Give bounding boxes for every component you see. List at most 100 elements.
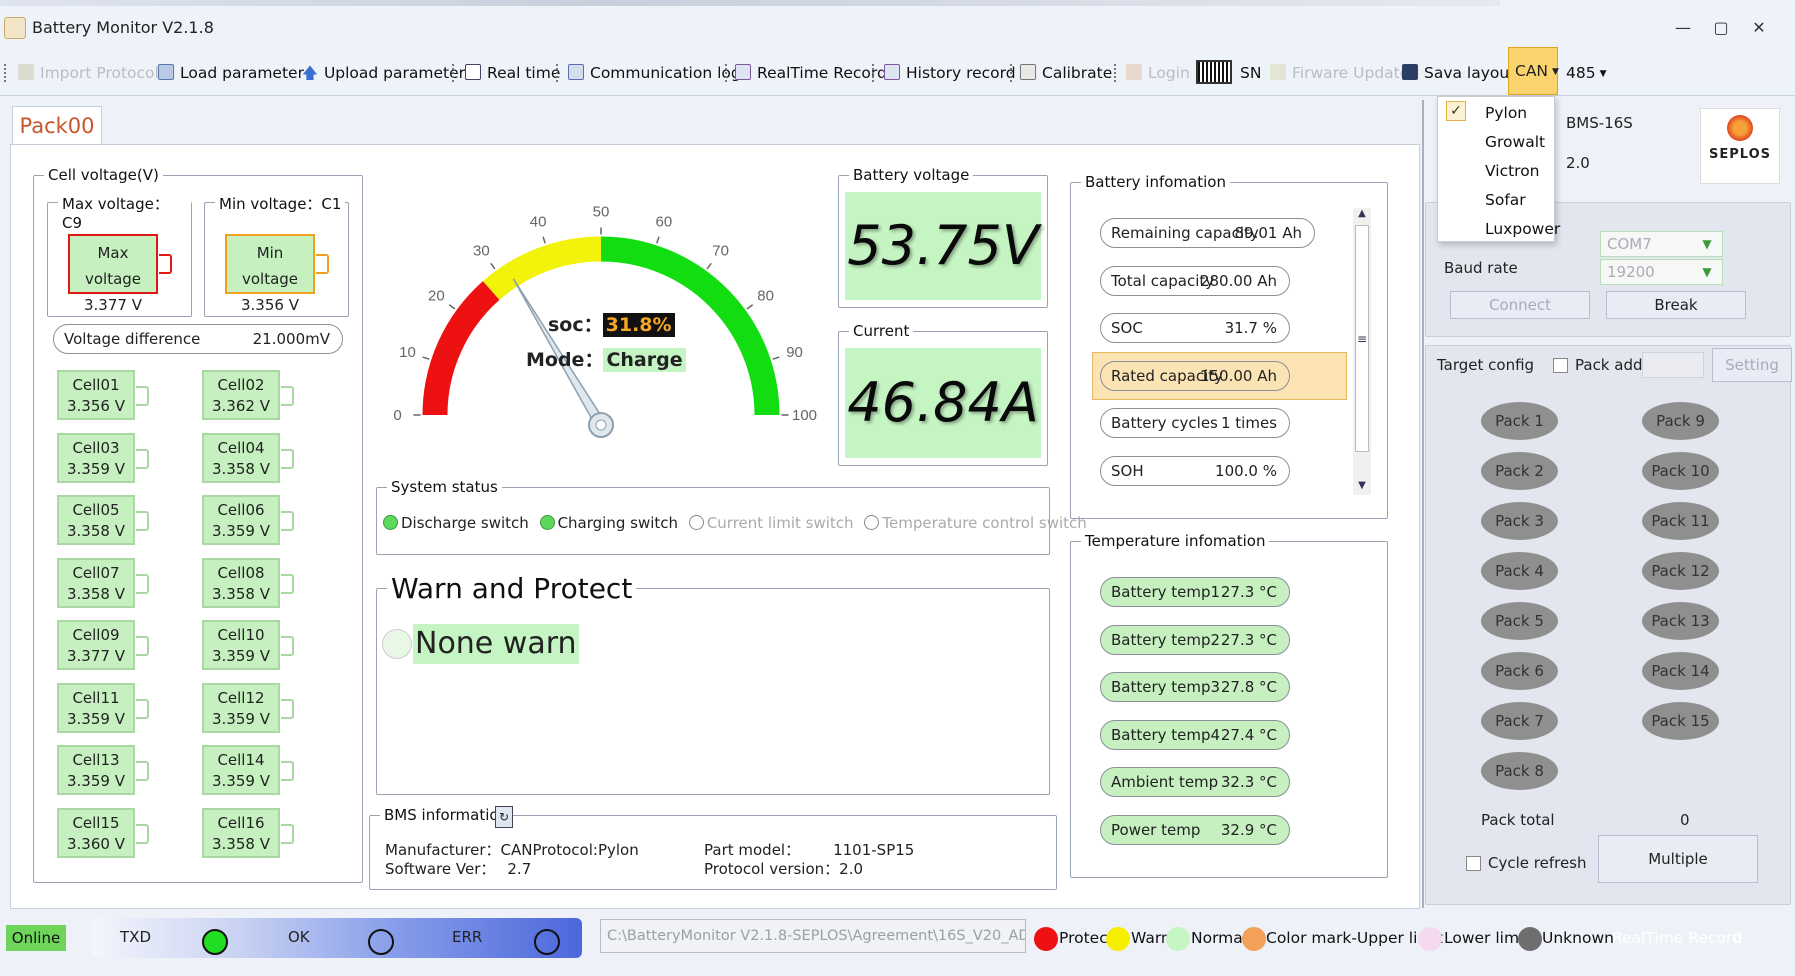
refresh-icon[interactable]: ↻ (495, 806, 513, 828)
can-protocol-dropdown[interactable]: CAN ▼ (1508, 47, 1559, 95)
window-title: Battery Monitor V2.1.8 (32, 18, 214, 37)
pack-button[interactable]: Pack 4 (1481, 552, 1558, 590)
system-status-group: System status Discharge switch Charging … (376, 478, 1087, 555)
minimize-icon[interactable]: — (1669, 14, 1697, 42)
history-record-button[interactable]: History record (884, 58, 1016, 88)
setting-button[interactable]: Setting (1712, 348, 1792, 382)
pack-button[interactable]: Pack 1 (1481, 402, 1558, 440)
break-button[interactable]: Break (1606, 291, 1746, 319)
protocol-menu-item[interactable]: Luxpower (1485, 220, 1560, 238)
battery-nub (281, 698, 294, 719)
pack-addr-checkbox[interactable]: Pack addr (1553, 356, 1649, 374)
battery-info-group: Battery infomation Remaining capacity 89.… (1070, 173, 1388, 519)
mode-label: Mode： (526, 349, 604, 371)
pack-button[interactable]: Pack 3 (1481, 502, 1558, 540)
pack-button[interactable]: Pack 15 (1642, 702, 1719, 740)
gauge-tick (706, 262, 712, 270)
temp-value: 32.3 °C (1220, 773, 1277, 791)
upper-legend-dot (1242, 927, 1266, 951)
cycle-refresh-checkbox[interactable]: Cycle refresh (1466, 854, 1587, 872)
voltage-difference-value: 21.000mV (252, 330, 330, 348)
pack-total-value: 0 (1680, 811, 1690, 829)
calibrate-button[interactable]: Calibrate (1020, 58, 1112, 88)
scroll-down-icon[interactable]: ▼ (1353, 480, 1371, 491)
info-label: SOH (1111, 461, 1144, 480)
cell-value: 3.359 V (67, 459, 125, 478)
protocol-version-label: Protocol version： (704, 860, 840, 878)
cycle-refresh-label: Cycle refresh (1488, 854, 1587, 872)
pack-button[interactable]: Pack 6 (1481, 652, 1558, 690)
close-icon[interactable]: ✕ (1745, 14, 1773, 42)
pack-button[interactable]: Pack 5 (1481, 602, 1558, 640)
pack-button[interactable]: Pack 8 (1481, 752, 1558, 790)
protocol-menu-item[interactable]: Victron (1485, 162, 1540, 180)
max-voltage-tile: Max voltage 3.377 V (68, 234, 172, 314)
load-parameter-button[interactable]: Load parameter (158, 58, 304, 88)
protocol-menu-item[interactable]: Pylon (1485, 104, 1527, 122)
real-time-button[interactable]: Real time (465, 58, 560, 88)
charging-switch-indicator (539, 515, 555, 530)
warn-protect-group: Warn and Protect None warn (376, 572, 1050, 795)
cell-value: 3.358 V (67, 522, 125, 540)
normal-legend-label: Normal (1191, 929, 1248, 947)
scroll-up-icon[interactable]: ▲ (1353, 208, 1371, 219)
pack-button[interactable]: Pack 11 (1642, 502, 1719, 540)
gauge-tick (772, 356, 780, 360)
temperature-item: Battery temp1 27.3 °C (1100, 577, 1290, 607)
realtime-record-button[interactable]: RealTime Record (735, 58, 887, 88)
cell-tile: Cell03 3.359 V (57, 432, 149, 483)
protocol-version-value: 2.0 (839, 860, 864, 878)
toolbar-separator (556, 64, 558, 82)
baud-rate-select[interactable]: 19200 ▼ (1600, 259, 1723, 285)
cell-name: Cell15 (72, 813, 120, 832)
port-485-dropdown[interactable]: 485 ▼ (1566, 58, 1607, 88)
scrollbar[interactable]: ▲ ▼ ≡ (1353, 208, 1371, 495)
battery-info-title: Battery infomation (1081, 173, 1230, 191)
cell-tile: Cell04 3.358 V (202, 432, 294, 483)
upload-arrow-icon: 🡅 (302, 64, 318, 82)
part-model-value: 1101-SP15 (833, 841, 915, 859)
gauge-yellow-zone (482, 236, 602, 301)
cell-name: Cell13 (72, 751, 120, 769)
pack-button[interactable]: Pack 14 (1642, 652, 1719, 690)
cell-tile: Cell14 3.359 V (202, 745, 294, 795)
firmware-update-button[interactable]: Firware Update (1270, 58, 1409, 88)
gauge-tick (490, 262, 496, 270)
chevron-down-icon: ▼ (1702, 237, 1712, 251)
protocol-menu-item[interactable]: Growalt (1485, 133, 1545, 151)
temperature-item: Battery temp2 27.3 °C (1100, 624, 1290, 655)
cell-name: Cell07 (72, 563, 120, 582)
import-protocol-button[interactable]: Import Protocol (18, 58, 159, 88)
communication-log-button[interactable]: Communication log (568, 58, 741, 88)
temp-label: Battery temp4 (1111, 725, 1221, 744)
temp-label: Battery temp3 (1111, 678, 1221, 696)
temp-control-label: Temperature control switch (882, 514, 1087, 532)
soc-readout: soc： 31.8% (548, 310, 675, 337)
gauge-tick-label: 20 (428, 287, 445, 304)
multiple-button[interactable]: Multiple (1598, 835, 1758, 883)
pack-button[interactable]: Pack 7 (1481, 702, 1558, 740)
login-button[interactable]: Login (1126, 58, 1190, 88)
connect-button[interactable]: Connect (1450, 291, 1590, 319)
cell-tile: Cell01 3.356 V (57, 370, 149, 420)
pack-addr-input[interactable] (1642, 352, 1704, 378)
pack-button[interactable]: Pack 12 (1642, 552, 1719, 590)
max-voltage-title: Max voltage：C9 (58, 193, 191, 232)
gauge-pivot-center (595, 419, 607, 431)
maximize-icon[interactable]: ▢ (1707, 14, 1735, 42)
software-value: 2.7 (507, 860, 532, 878)
tab-pack00[interactable]: Pack00 (12, 106, 102, 146)
pack-button[interactable]: Pack 13 (1642, 602, 1719, 640)
upload-parameter-button[interactable]: 🡅 Upload parameter (302, 58, 465, 88)
battery-nub (136, 386, 149, 406)
bms-info-title: BMS information (380, 806, 513, 824)
save-layout-button[interactable]: Sava layout (1402, 58, 1515, 88)
pack-button[interactable]: Pack 10 (1642, 452, 1719, 490)
discharge-switch-label: Discharge switch (401, 514, 529, 532)
sn-button[interactable]: SN (1196, 58, 1261, 88)
pack-button[interactable]: Pack 9 (1642, 402, 1719, 440)
voltage-difference: Voltage difference 21.000mV (53, 324, 343, 354)
pack-button[interactable]: Pack 2 (1481, 452, 1558, 490)
com-port-select[interactable]: COM7 ▼ (1600, 231, 1723, 257)
protocol-menu-item[interactable]: Sofar (1485, 191, 1526, 209)
